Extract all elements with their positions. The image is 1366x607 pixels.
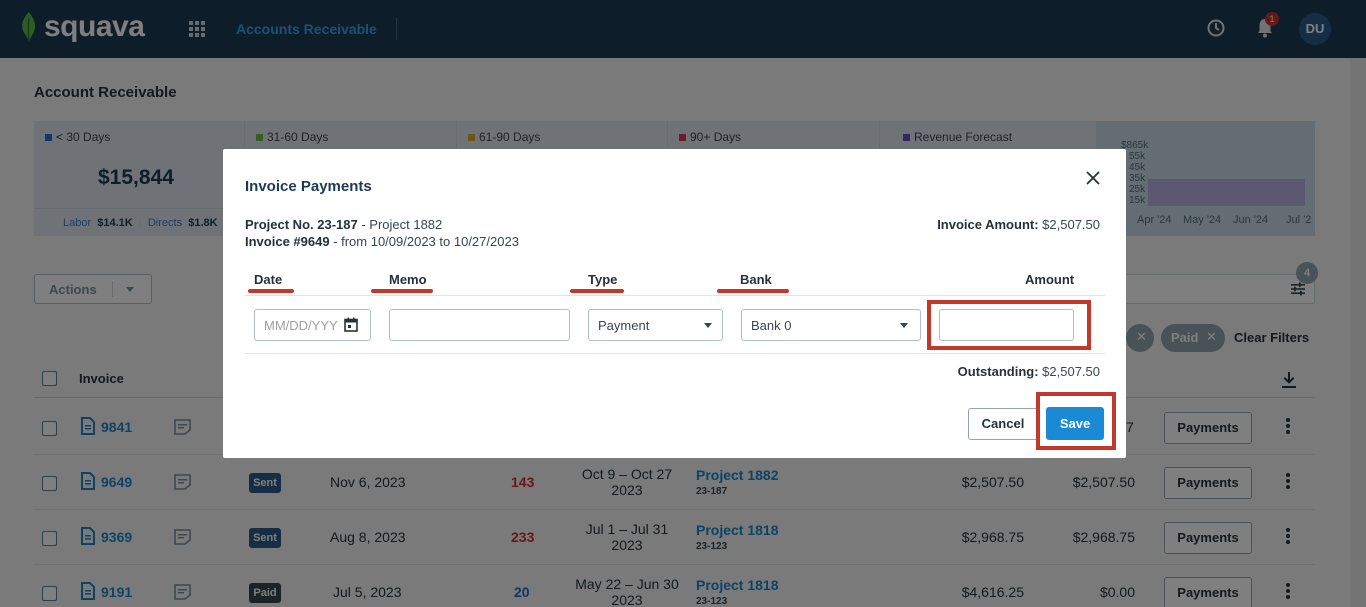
invoice-info: Invoice #9649 - from 10/09/2023 to 10/27… bbox=[245, 234, 519, 249]
bank-value: Bank 0 bbox=[751, 318, 792, 333]
column-header-bank: Bank bbox=[740, 272, 772, 287]
annotation-underline bbox=[248, 289, 294, 293]
column-header-date: Date bbox=[254, 272, 283, 287]
dialog-title: Invoice Payments bbox=[245, 178, 372, 195]
divider bbox=[245, 295, 1105, 296]
project-name: - Project 1882 bbox=[357, 217, 443, 232]
invoice-amount-value: $2,507.50 bbox=[1038, 217, 1100, 232]
memo-input[interactable] bbox=[389, 309, 570, 341]
type-value: Payment bbox=[598, 318, 650, 333]
annotation-underline bbox=[371, 289, 433, 293]
column-header-type: Type bbox=[588, 272, 618, 287]
invoice-payments-dialog: Invoice Payments Project No. 23-187 - Pr… bbox=[223, 149, 1126, 458]
date-placeholder: MM/DD/YYY bbox=[264, 318, 338, 333]
chevron-down-icon bbox=[704, 323, 712, 328]
invoice-number: Invoice #9649 bbox=[245, 234, 330, 249]
outstanding-total: Outstanding: $2,507.50 bbox=[958, 364, 1100, 379]
outstanding-label: Outstanding: bbox=[957, 364, 1039, 379]
type-select[interactable]: Payment bbox=[588, 309, 723, 341]
payment-date-field[interactable]: MM/DD/YYY bbox=[254, 309, 371, 341]
invoice-amount: Invoice Amount: $2,507.50 bbox=[937, 217, 1100, 232]
annotation-underline bbox=[717, 289, 789, 293]
project-number: Project No. 23-187 bbox=[245, 217, 358, 232]
column-header-memo: Memo bbox=[389, 272, 427, 287]
invoice-amount-label: Invoice Amount: bbox=[937, 217, 1039, 232]
divider bbox=[245, 353, 1105, 354]
calendar-icon[interactable] bbox=[344, 317, 358, 332]
annotation-underline bbox=[570, 289, 624, 293]
annotation-highlight bbox=[927, 300, 1091, 350]
column-header-amount: Amount bbox=[1025, 272, 1075, 287]
outstanding-value: $2,507.50 bbox=[1038, 364, 1100, 379]
cancel-button[interactable]: Cancel bbox=[968, 408, 1038, 440]
chevron-down-icon bbox=[900, 323, 908, 328]
close-icon[interactable] bbox=[1086, 171, 1100, 185]
annotation-highlight bbox=[1036, 392, 1116, 450]
bank-select[interactable]: Bank 0 bbox=[741, 309, 921, 341]
project-info: Project No. 23-187 - Project 1882 bbox=[245, 217, 442, 232]
invoice-range: - from 10/09/2023 to 10/27/2023 bbox=[329, 234, 519, 249]
